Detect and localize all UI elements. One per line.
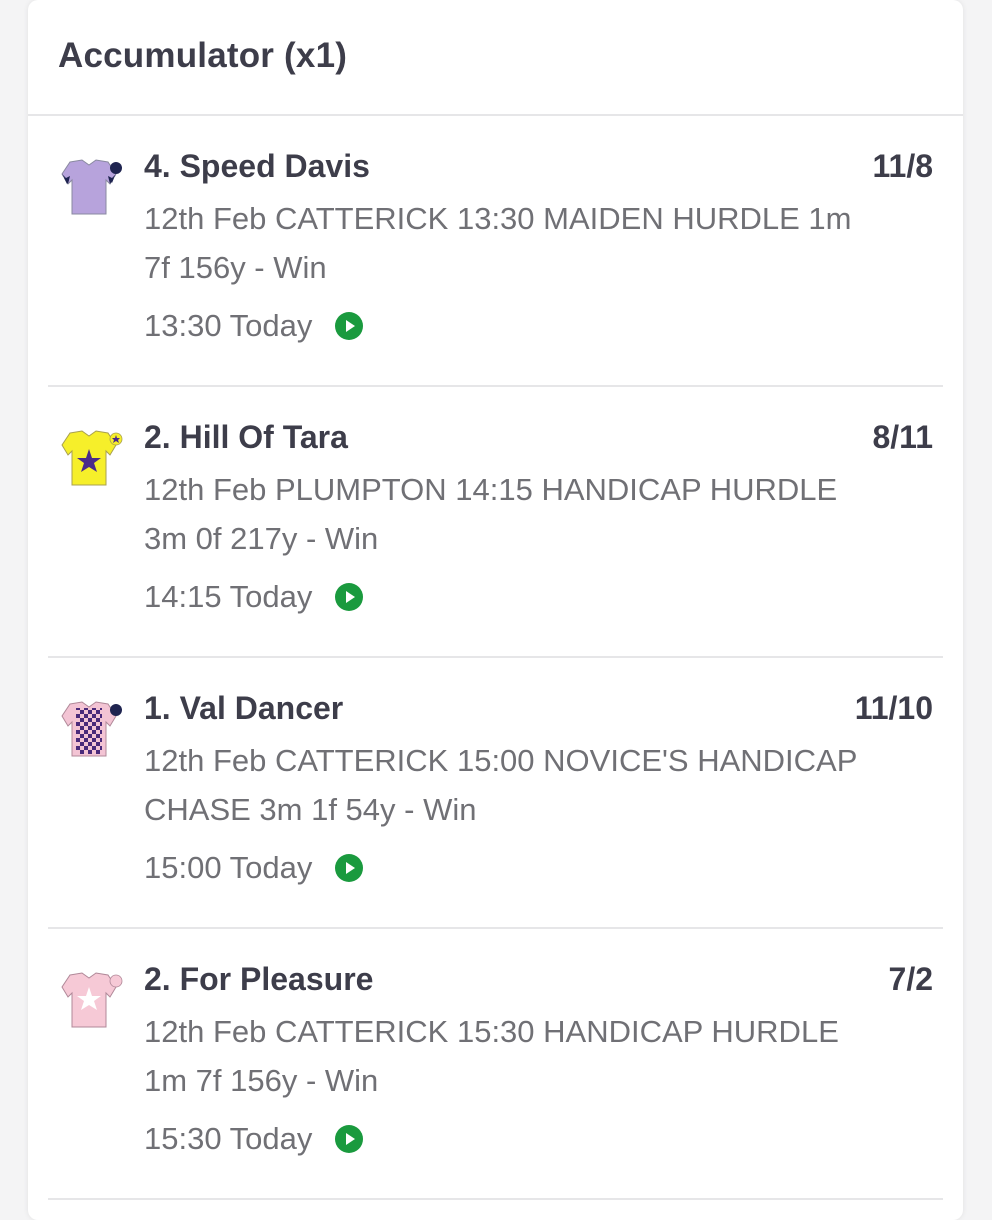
bet-leg[interactable]: 4. Speed Davis 11/8 12th Feb CATTERICK 1… (48, 116, 943, 387)
bet-leg[interactable]: 2. Hill Of Tara 8/11 12th Feb PLUMPTON 1… (48, 387, 943, 658)
lilac-silk-navy-chevrons-icon (61, 159, 122, 215)
play-icon[interactable] (334, 1124, 364, 1154)
play-icon[interactable] (334, 311, 364, 341)
race-time: 15:00 Today (144, 850, 313, 885)
race-description: 12th Feb CATTERICK 13:30 MAIDEN HURDLE 1… (144, 201, 852, 285)
card-header: Accumulator (x1) (28, 0, 963, 116)
navy-cap-icon (110, 704, 122, 716)
odds-value: 11/8 (872, 148, 933, 184)
navy-cap-icon (110, 162, 122, 174)
card-title: Accumulator (x1) (58, 36, 348, 75)
pink-silk-purple-checks-icon (61, 701, 122, 757)
play-icon[interactable] (334, 853, 364, 883)
race-time-row: 13:30 Today (144, 308, 364, 344)
odds-value: 7/2 (888, 961, 933, 997)
runner-name: 2. For Pleasure (144, 961, 374, 997)
race-time-row: 15:00 Today (144, 850, 364, 886)
race-description: 12th Feb PLUMPTON 14:15 HANDICAP HURDLE … (144, 472, 838, 556)
pink-cap-icon (109, 974, 123, 988)
runner-name: 4. Speed Davis (144, 148, 370, 184)
race-time-row: 15:30 Today (144, 1121, 364, 1157)
bet-leg[interactable]: 2. For Pleasure 7/2 12th Feb CATTERICK 1… (48, 929, 943, 1200)
race-time: 14:15 Today (144, 579, 313, 614)
yellow-silk-purple-star-icon (61, 430, 123, 486)
play-icon[interactable] (334, 582, 364, 612)
odds-value: 8/11 (872, 419, 933, 455)
odds-value: 11/10 (854, 690, 933, 726)
race-time-row: 14:15 Today (144, 579, 364, 615)
race-time: 15:30 Today (144, 1121, 313, 1156)
runner-name: 1. Val Dancer (144, 690, 344, 726)
race-description: 12th Feb CATTERICK 15:30 HANDICAP HURDLE… (144, 1014, 839, 1098)
race-description: 12th Feb CATTERICK 15:00 NOVICE'S HANDIC… (144, 743, 857, 827)
accumulator-card: Accumulator (x1) 4. Speed Davis 11/8 12t… (28, 0, 963, 1220)
bet-leg[interactable]: 1. Val Dancer 11/10 12th Feb CATTERICK 1… (48, 658, 943, 929)
pink-silk-white-star-icon (61, 972, 123, 1028)
runner-name: 2. Hill Of Tara (144, 419, 348, 455)
race-time: 13:30 Today (144, 308, 313, 343)
